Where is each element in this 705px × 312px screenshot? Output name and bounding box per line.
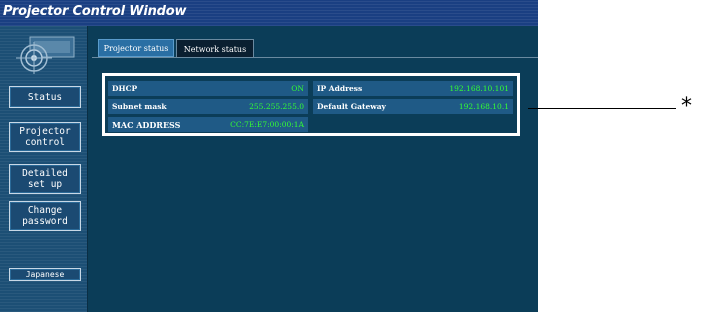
ip-address-label: IP Address (317, 84, 363, 93)
dhcp-value: ON (291, 84, 304, 93)
sidebar: Status Projector control Detailed set up… (0, 26, 88, 312)
network-status-panel: DHCP ON Subnet mask 255.255.255.0 MAC AD… (102, 73, 520, 136)
sidebar-item-detailed-setup[interactable]: Detailed set up (9, 164, 81, 194)
ip-address-value: 192.168.10.101 (449, 84, 509, 93)
mac-address-row: MAC ADDRESS CC:7E:E7:00:00:1A (108, 117, 308, 132)
projector-logo-icon (16, 36, 75, 74)
sidebar-item-status[interactable]: Status (9, 86, 81, 108)
default-gateway-value: 192.168.10.1 (458, 102, 509, 111)
callout-line (528, 108, 676, 109)
callout-asterisk: * (681, 94, 692, 119)
tab-bar: Projector status Network status (88, 26, 538, 58)
projector-control-window: Projector Control Window Status Projecto… (0, 0, 538, 312)
subnet-mask-label: Subnet mask (112, 102, 167, 111)
subnet-mask-row: Subnet mask 255.255.255.0 (108, 99, 308, 114)
tab-divider (92, 57, 538, 58)
tab-network-status[interactable]: Network status (176, 39, 254, 58)
dhcp-label: DHCP (112, 84, 138, 93)
sidebar-item-projector-control[interactable]: Projector control (9, 122, 81, 152)
window-title: Projector Control Window (3, 4, 187, 19)
tab-projector-status[interactable]: Projector status (98, 39, 174, 57)
default-gateway-label: Default Gateway (317, 102, 386, 111)
mac-address-value: CC:7E:E7:00:00:1A (230, 120, 304, 129)
default-gateway-row: Default Gateway 192.168.10.1 (313, 99, 513, 114)
sidebar-item-japanese[interactable]: Japanese (9, 268, 81, 281)
dhcp-row: DHCP ON (108, 81, 308, 96)
sidebar-item-change-password[interactable]: Change password (9, 201, 81, 231)
title-bar: Projector Control Window (0, 0, 538, 26)
mac-address-label: MAC ADDRESS (112, 119, 181, 130)
ip-address-row: IP Address 192.168.10.101 (313, 81, 513, 96)
subnet-mask-value: 255.255.255.0 (249, 102, 304, 111)
